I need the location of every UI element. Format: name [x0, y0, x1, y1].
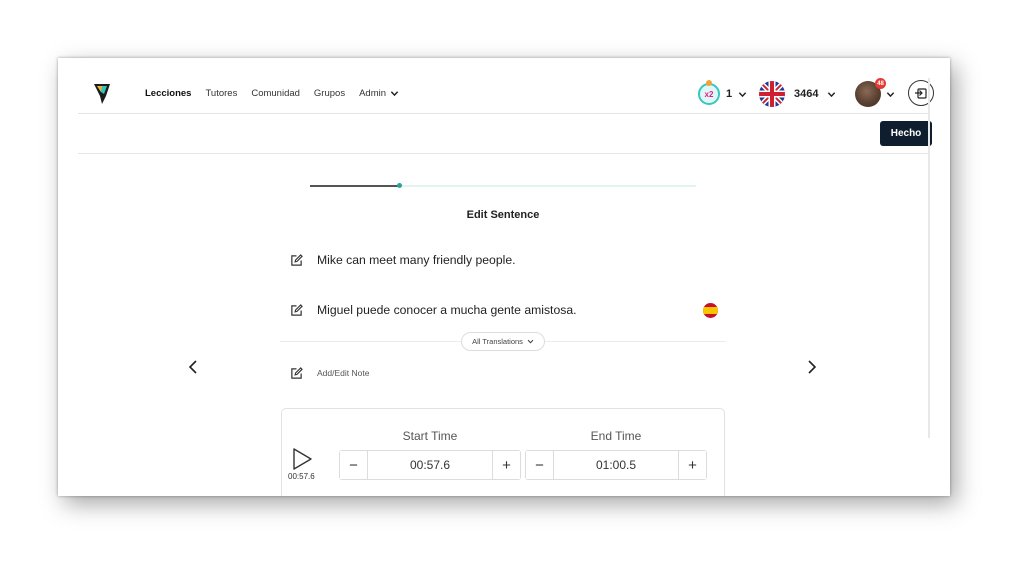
add-edit-note-button[interactable]: Add/Edit Note [290, 364, 369, 382]
start-time-label: Start Time [402, 429, 458, 443]
page-title: Edit Sentence [466, 209, 540, 221]
lesson-progress-bar [310, 183, 696, 188]
nav-link-tutores[interactable]: Tutores [205, 88, 237, 99]
edit-icon [291, 366, 303, 379]
next-sentence-button[interactable] [805, 358, 819, 376]
nav-link-admin-label: Admin [359, 88, 387, 99]
nav-link-grupos[interactable]: Grupos [314, 88, 345, 99]
points-score: 3464 [794, 88, 819, 100]
edit-icon[interactable] [290, 253, 303, 267]
editor-toolbar: Hecho [78, 114, 932, 154]
end-time-decrement-button[interactable]: − [526, 451, 554, 479]
progress-fill [310, 185, 399, 187]
nav-link-comunidad[interactable]: Comunidad [251, 88, 300, 99]
start-time-increment-button[interactable]: + [492, 451, 520, 479]
end-time-label: End Time [590, 429, 642, 443]
logout-button[interactable] [908, 80, 934, 106]
end-time-increment-button[interactable]: + [678, 451, 706, 479]
app-logo-icon[interactable] [92, 82, 112, 106]
chevron-right-icon [808, 360, 817, 374]
translation-row[interactable]: Miguel puede conocer a mucha gente amist… [290, 300, 718, 320]
source-sentence-row[interactable]: Mike can meet many friendly people. [290, 250, 718, 270]
app-window: Lecciones Tutores Comunidad Grupos Admin… [58, 58, 950, 496]
nav-links: Lecciones Tutores Comunidad Grupos Admin [145, 88, 399, 99]
uk-flag-icon [759, 81, 785, 107]
user-menu[interactable]: 48 [855, 78, 895, 108]
translation-text: Miguel puede conocer a mucha gente amist… [317, 303, 577, 317]
all-translations-label: All Translations [472, 337, 523, 346]
progress-marker [396, 183, 402, 188]
timing-panel: 00:57.6 Start Time − + End Time − + [281, 408, 725, 496]
note-label: Add/Edit Note [317, 368, 370, 378]
source-sentence-text: Mike can meet many friendly people. [317, 253, 516, 267]
chevron-down-icon [527, 339, 534, 344]
previous-sentence-button[interactable] [186, 358, 200, 376]
start-time-group: Start Time − + [339, 429, 521, 480]
done-button[interactable]: Hecho [880, 121, 932, 146]
spain-flag-icon [703, 302, 718, 318]
end-time-input[interactable] [554, 451, 678, 479]
start-time-decrement-button[interactable]: − [340, 451, 368, 479]
multiplier-badge: x2 [698, 80, 720, 105]
playback-time: 00:57.6 [288, 472, 315, 481]
streak-multiplier[interactable]: x2 1 [698, 80, 747, 108]
start-time-stepper: − + [339, 450, 521, 480]
end-time-group: End Time − + [525, 429, 707, 480]
page-scrollbar[interactable] [928, 78, 930, 438]
chevron-down-icon [738, 91, 747, 97]
start-time-input[interactable] [368, 451, 492, 479]
edit-icon[interactable] [290, 303, 303, 317]
chevron-down-icon [886, 91, 895, 97]
nav-link-admin[interactable]: Admin [359, 88, 399, 99]
top-navbar: Lecciones Tutores Comunidad Grupos Admin… [78, 58, 934, 114]
logout-icon [915, 88, 927, 99]
all-translations-button[interactable]: All Translations [461, 332, 545, 351]
chevron-down-icon [390, 91, 399, 97]
notification-badge: 48 [875, 78, 886, 89]
chevron-down-icon [828, 91, 836, 97]
nav-link-lecciones[interactable]: Lecciones [145, 88, 191, 99]
multiplier-count: 1 [726, 88, 733, 100]
chevron-left-icon [188, 360, 197, 374]
play-icon[interactable] [291, 447, 313, 471]
end-time-stepper: − + [525, 450, 707, 480]
language-selector[interactable]: 3464 [759, 80, 836, 108]
avatar: 48 [855, 78, 886, 107]
